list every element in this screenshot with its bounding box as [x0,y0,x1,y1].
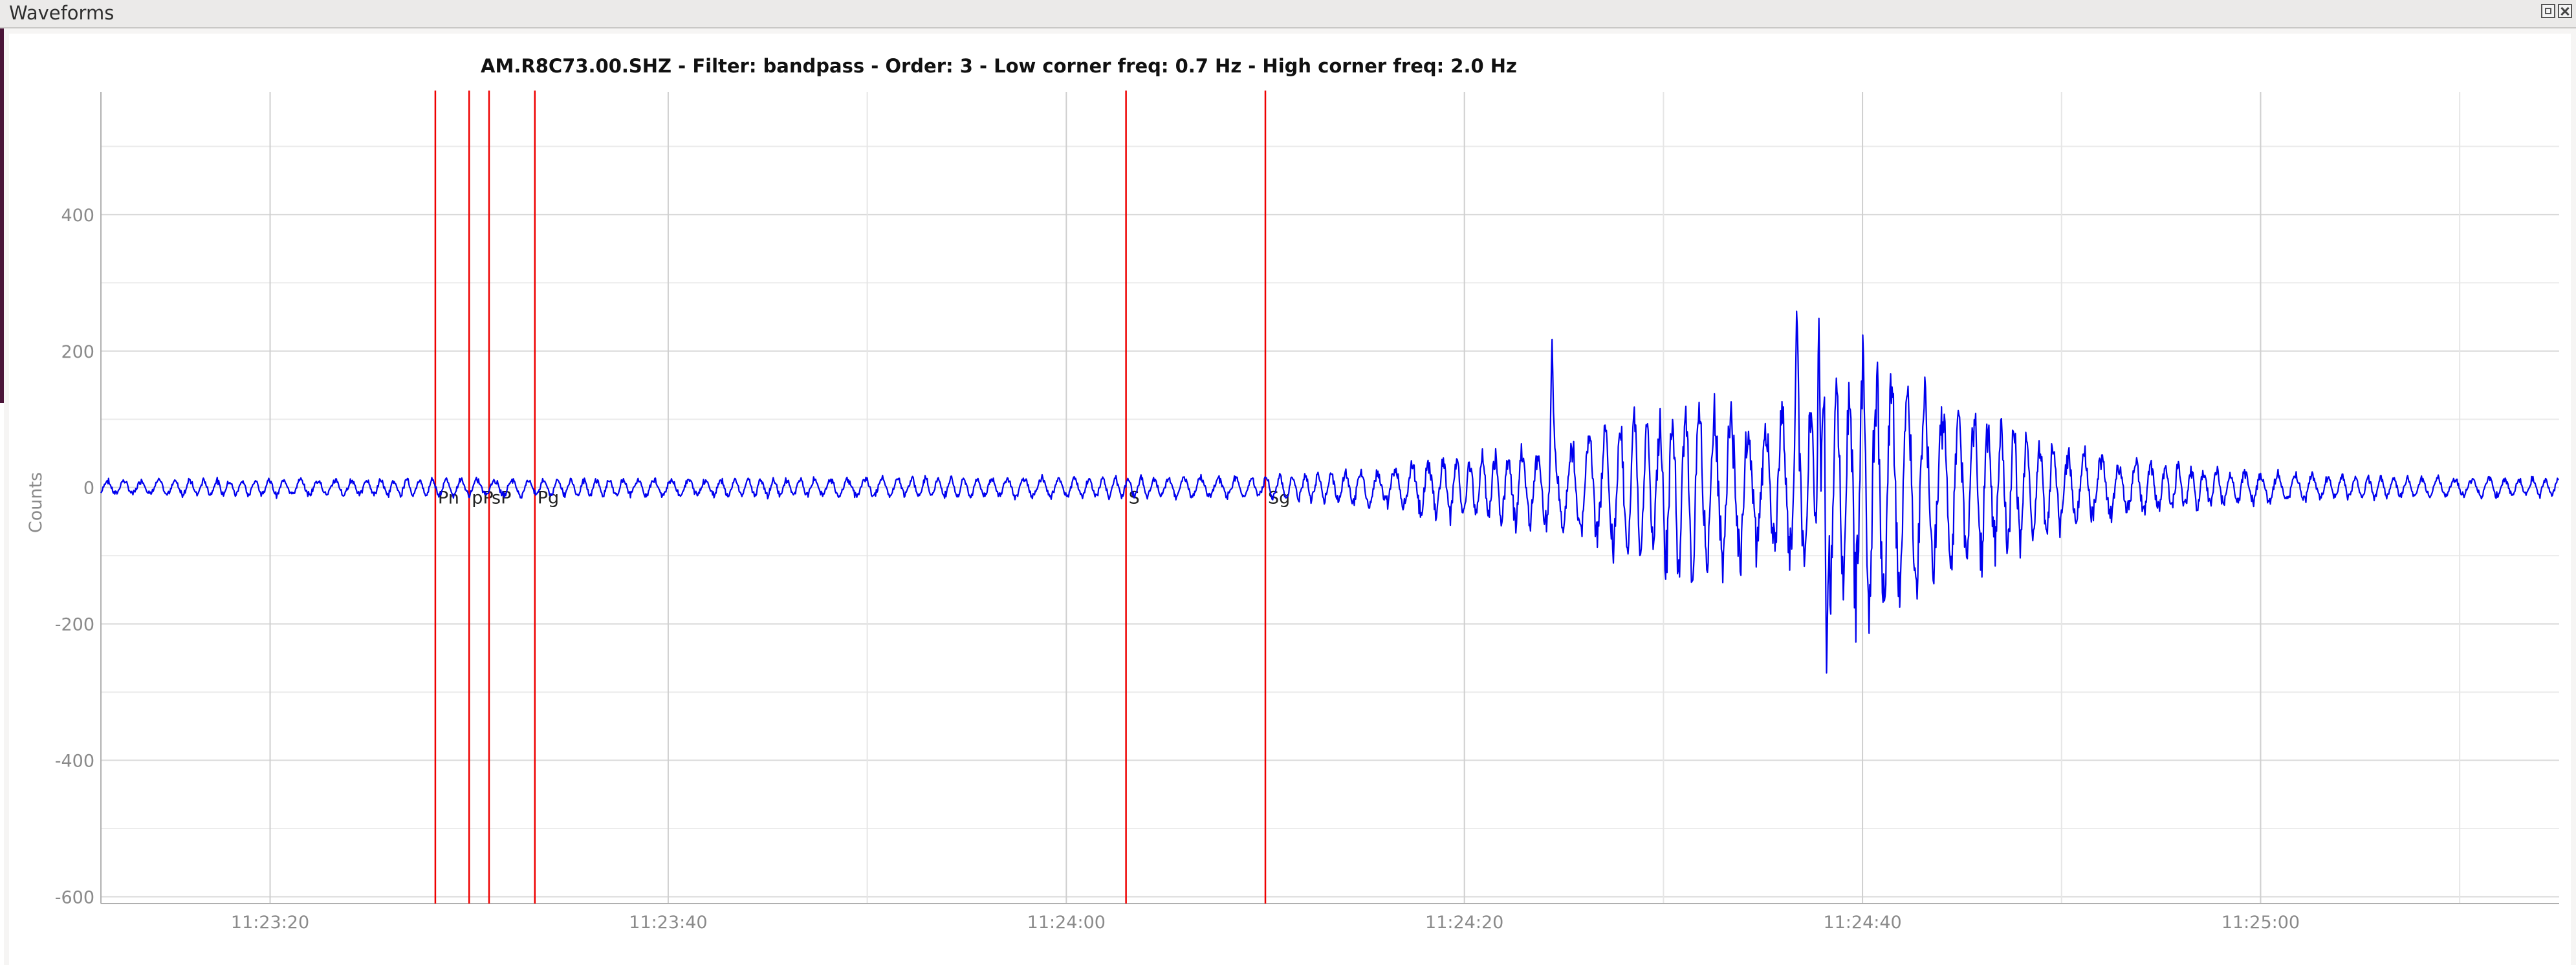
chart-axes: 400 200 0 -200 -400 -600 11:23:20 11:23:40 11:24… [55,92,2559,933]
x-tick-label: 11:23:40 [629,913,707,933]
x-tick-label: 11:24:40 [1823,913,1901,933]
window-titlebar: Waveforms [0,0,2576,28]
phase-marker: S [1125,91,1140,904]
y-axis-label: Counts [26,472,46,533]
window-edge [0,28,4,965]
y-tick-label: 200 [61,342,94,362]
x-tick-label: 11:25:00 [2221,913,2300,933]
x-tick-label: 11:24:20 [1425,913,1503,933]
x-tick-label: 11:24:00 [1027,913,1106,933]
y-tick-label: -600 [55,887,94,907]
phase-marker: Pg [534,91,559,904]
phase-marker: sP [488,91,511,904]
float-window-icon[interactable] [2541,4,2555,18]
waveform-plot-panel[interactable]: AM.R8C73.00.SHZ - Filter: bandpass - Ord… [9,34,2571,965]
x-tick-label: 11:23:20 [231,913,309,933]
y-tick-label: 400 [61,206,94,226]
y-tick-label: -400 [55,752,94,772]
window-title: Waveforms [9,2,115,24]
chart-title: AM.R8C73.00.SHZ - Filter: bandpass - Ord… [481,55,1517,77]
y-tick-label: 0 [83,479,94,499]
waveform-chart[interactable]: AM.R8C73.00.SHZ - Filter: bandpass - Ord… [9,34,2571,965]
y-tick-label: -200 [55,615,94,635]
close-window-icon[interactable] [2558,4,2572,18]
phase-markers: Pn pPsP Pg S Sg [434,91,1290,904]
